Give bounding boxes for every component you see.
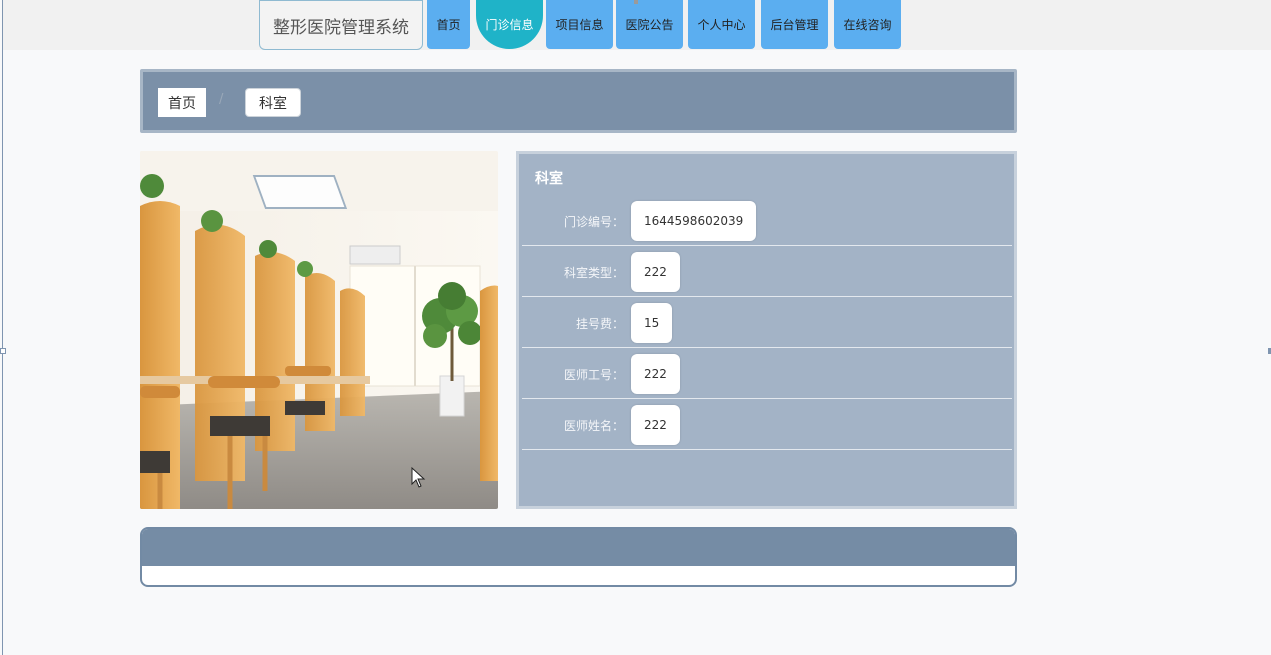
breadcrumb: 首页 / 科室 [140,69,1017,133]
content-panel [140,527,1017,587]
field-label: 医师工号： [563,368,624,382]
field-label: 医师姓名： [563,419,624,433]
nav-admin[interactable]: 后台管理 [761,0,828,49]
field-label: 挂号费： [575,317,624,331]
field-label: 科室类型： [563,266,624,280]
breadcrumb-home[interactable]: 首页 [158,88,206,117]
nav-home[interactable]: 首页 [427,0,470,49]
field-value: 222 [631,252,680,292]
nav-indicator-dot [634,0,638,4]
resize-handle-left[interactable] [0,348,6,354]
field-row-department-type: 科室类型： 222 [522,246,1012,297]
field-row-doctor-name: 医师姓名： 222 [522,399,1012,450]
nav-hospital-notice[interactable]: 医院公告 [616,0,683,49]
detail-title: 科室 [535,171,563,187]
field-value: 222 [631,405,680,445]
department-photo [140,151,498,509]
field-row-clinic-number: 门诊编号： 1644598602039 [522,195,1012,246]
field-row-doctor-id: 医师工号： 222 [522,348,1012,399]
content-panel-header [142,529,1015,566]
site-title: 整形医院管理系统 [259,0,423,50]
nav-personal-center[interactable]: 个人中心 [688,0,755,49]
field-row-registration-fee: 挂号费： 15 [522,297,1012,348]
department-detail-panel: 科室 门诊编号： 1644598602039 科室类型： 222 挂号费： 15… [516,151,1017,509]
breadcrumb-current: 科室 [245,88,301,117]
nav-online-consult[interactable]: 在线咨询 [834,0,901,49]
window-left-border [2,0,3,655]
field-value: 15 [631,303,673,343]
nav-project-info[interactable]: 项目信息 [546,0,613,49]
breadcrumb-separator: / [219,92,224,107]
field-value: 1644598602039 [631,201,757,241]
field-label: 门诊编号： [563,215,624,229]
field-value: 222 [631,354,680,394]
